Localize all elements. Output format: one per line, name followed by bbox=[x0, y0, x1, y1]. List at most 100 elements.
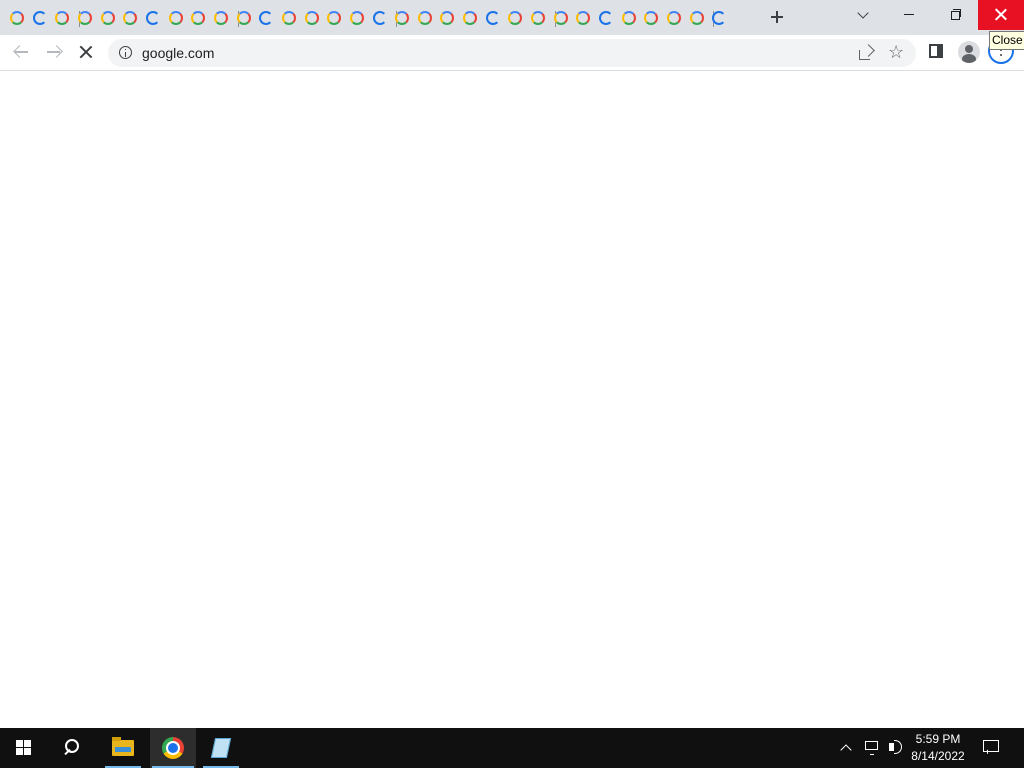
tab-favicon-icon bbox=[553, 11, 568, 25]
tab-favicon-icon bbox=[304, 11, 319, 25]
back-button[interactable] bbox=[8, 38, 36, 66]
tab-favicon-icon bbox=[485, 11, 500, 25]
tab-favicon-icon bbox=[621, 11, 636, 25]
browser-tab[interactable] bbox=[463, 5, 486, 31]
tab-favicon-icon bbox=[349, 11, 364, 25]
taskbar-file-explorer[interactable] bbox=[103, 728, 143, 768]
tab-favicon-icon bbox=[168, 11, 183, 25]
browser-tab[interactable] bbox=[689, 5, 715, 31]
url-text[interactable]: google.com bbox=[142, 45, 214, 61]
browser-tab[interactable] bbox=[508, 5, 531, 31]
page-content bbox=[0, 71, 1024, 728]
browser-tab[interactable] bbox=[417, 5, 441, 31]
close-button[interactable] bbox=[978, 0, 1024, 30]
restore-button[interactable] bbox=[932, 0, 978, 30]
chrome-icon bbox=[162, 737, 184, 759]
taskbar-notepad[interactable] bbox=[201, 728, 241, 768]
windows-start-icon bbox=[16, 740, 32, 756]
tab-favicon-icon bbox=[599, 11, 614, 25]
browser-tab[interactable] bbox=[304, 5, 328, 31]
profile-icon[interactable] bbox=[958, 41, 980, 63]
forward-button[interactable] bbox=[40, 38, 68, 66]
browser-tab[interactable] bbox=[123, 5, 146, 31]
browser-tab[interactable] bbox=[10, 5, 33, 31]
browser-tab[interactable] bbox=[667, 5, 690, 31]
clock-date: 8/14/2022 bbox=[911, 749, 965, 763]
address-bar[interactable]: google.com ☆ bbox=[108, 39, 916, 67]
network-icon[interactable] bbox=[862, 728, 882, 768]
browser-tab[interactable] bbox=[213, 5, 239, 31]
tab-favicon-icon bbox=[508, 11, 523, 25]
tab-favicon-icon bbox=[145, 11, 160, 25]
browser-tab[interactable] bbox=[55, 5, 80, 31]
tab-favicon-icon bbox=[123, 11, 138, 25]
clock-time: 5:59 PM bbox=[915, 732, 961, 746]
tab-strip bbox=[0, 0, 1024, 35]
share-icon[interactable] bbox=[858, 45, 874, 61]
notification-icon[interactable] bbox=[980, 728, 1004, 768]
tab-favicon-icon bbox=[32, 11, 47, 25]
browser-tab[interactable] bbox=[644, 5, 667, 31]
tab-favicon-icon bbox=[10, 11, 24, 25]
tab-favicon-icon bbox=[576, 11, 591, 25]
tab-list bbox=[0, 0, 740, 35]
tab-favicon-icon bbox=[281, 11, 296, 25]
star-icon[interactable]: ☆ bbox=[888, 42, 904, 62]
tab-favicon-icon bbox=[191, 11, 206, 25]
tab-favicon-icon bbox=[712, 11, 727, 25]
tab-favicon-icon bbox=[55, 11, 70, 25]
tab-favicon-icon bbox=[213, 11, 228, 25]
browser-tab[interactable] bbox=[485, 5, 509, 31]
browser-tab[interactable] bbox=[145, 5, 169, 31]
folder-icon bbox=[112, 737, 134, 756]
browser-tab[interactable] bbox=[531, 5, 556, 31]
stop-loading-button[interactable] bbox=[72, 38, 100, 66]
browser-tab[interactable] bbox=[372, 5, 398, 31]
volume-icon[interactable] bbox=[886, 728, 906, 768]
info-icon[interactable] bbox=[119, 46, 132, 59]
tab-favicon-icon bbox=[395, 11, 410, 25]
browser-tab[interactable] bbox=[191, 5, 214, 31]
browser-tab[interactable] bbox=[395, 5, 418, 31]
browser-tab[interactable] bbox=[259, 5, 282, 31]
tab-favicon-icon bbox=[440, 11, 455, 25]
browser-tab[interactable] bbox=[621, 5, 645, 31]
browser-tab[interactable] bbox=[712, 5, 735, 31]
minimize-button[interactable] bbox=[886, 0, 932, 30]
clock[interactable]: 5:59 PM 8/14/2022 bbox=[905, 728, 971, 768]
tab-search-button[interactable] bbox=[840, 0, 886, 30]
chevron-up-icon[interactable] bbox=[838, 728, 854, 768]
browser-tab[interactable] bbox=[32, 5, 56, 31]
browser-tab[interactable] bbox=[168, 5, 192, 31]
browser-tab[interactable] bbox=[440, 5, 463, 31]
browser-tab[interactable] bbox=[236, 5, 260, 31]
browser-tab[interactable] bbox=[327, 5, 350, 31]
taskbar: 5:59 PM 8/14/2022 bbox=[0, 728, 1024, 768]
side-panel-icon[interactable] bbox=[929, 44, 943, 58]
notepad-icon bbox=[210, 738, 232, 758]
browser-tab[interactable] bbox=[281, 5, 305, 31]
tab-favicon-icon bbox=[644, 11, 659, 25]
browser-tab[interactable] bbox=[599, 5, 622, 31]
close-tooltip: Close bbox=[989, 31, 1024, 50]
tab-favicon-icon bbox=[667, 11, 682, 25]
browser-tab[interactable] bbox=[349, 5, 373, 31]
search-icon[interactable] bbox=[48, 728, 96, 768]
browser-toolbar: google.com ☆ bbox=[0, 35, 1024, 71]
tab-favicon-icon bbox=[463, 11, 478, 25]
taskbar-chrome[interactable] bbox=[150, 728, 196, 768]
tab-favicon-icon bbox=[372, 11, 387, 25]
tab-favicon-icon bbox=[689, 11, 704, 25]
browser-tab[interactable] bbox=[553, 5, 577, 31]
tab-favicon-icon bbox=[100, 11, 115, 25]
browser-tab[interactable] bbox=[576, 5, 599, 31]
tab-favicon-icon bbox=[531, 11, 546, 25]
browser-tab[interactable] bbox=[100, 5, 124, 31]
start-button[interactable] bbox=[0, 728, 48, 768]
new-tab-button[interactable] bbox=[766, 6, 788, 28]
tab-favicon-icon bbox=[236, 11, 251, 25]
tab-favicon-icon bbox=[77, 11, 92, 25]
tab-favicon-icon bbox=[259, 11, 274, 25]
tab-favicon-icon bbox=[327, 11, 342, 25]
browser-tab[interactable] bbox=[77, 5, 101, 31]
